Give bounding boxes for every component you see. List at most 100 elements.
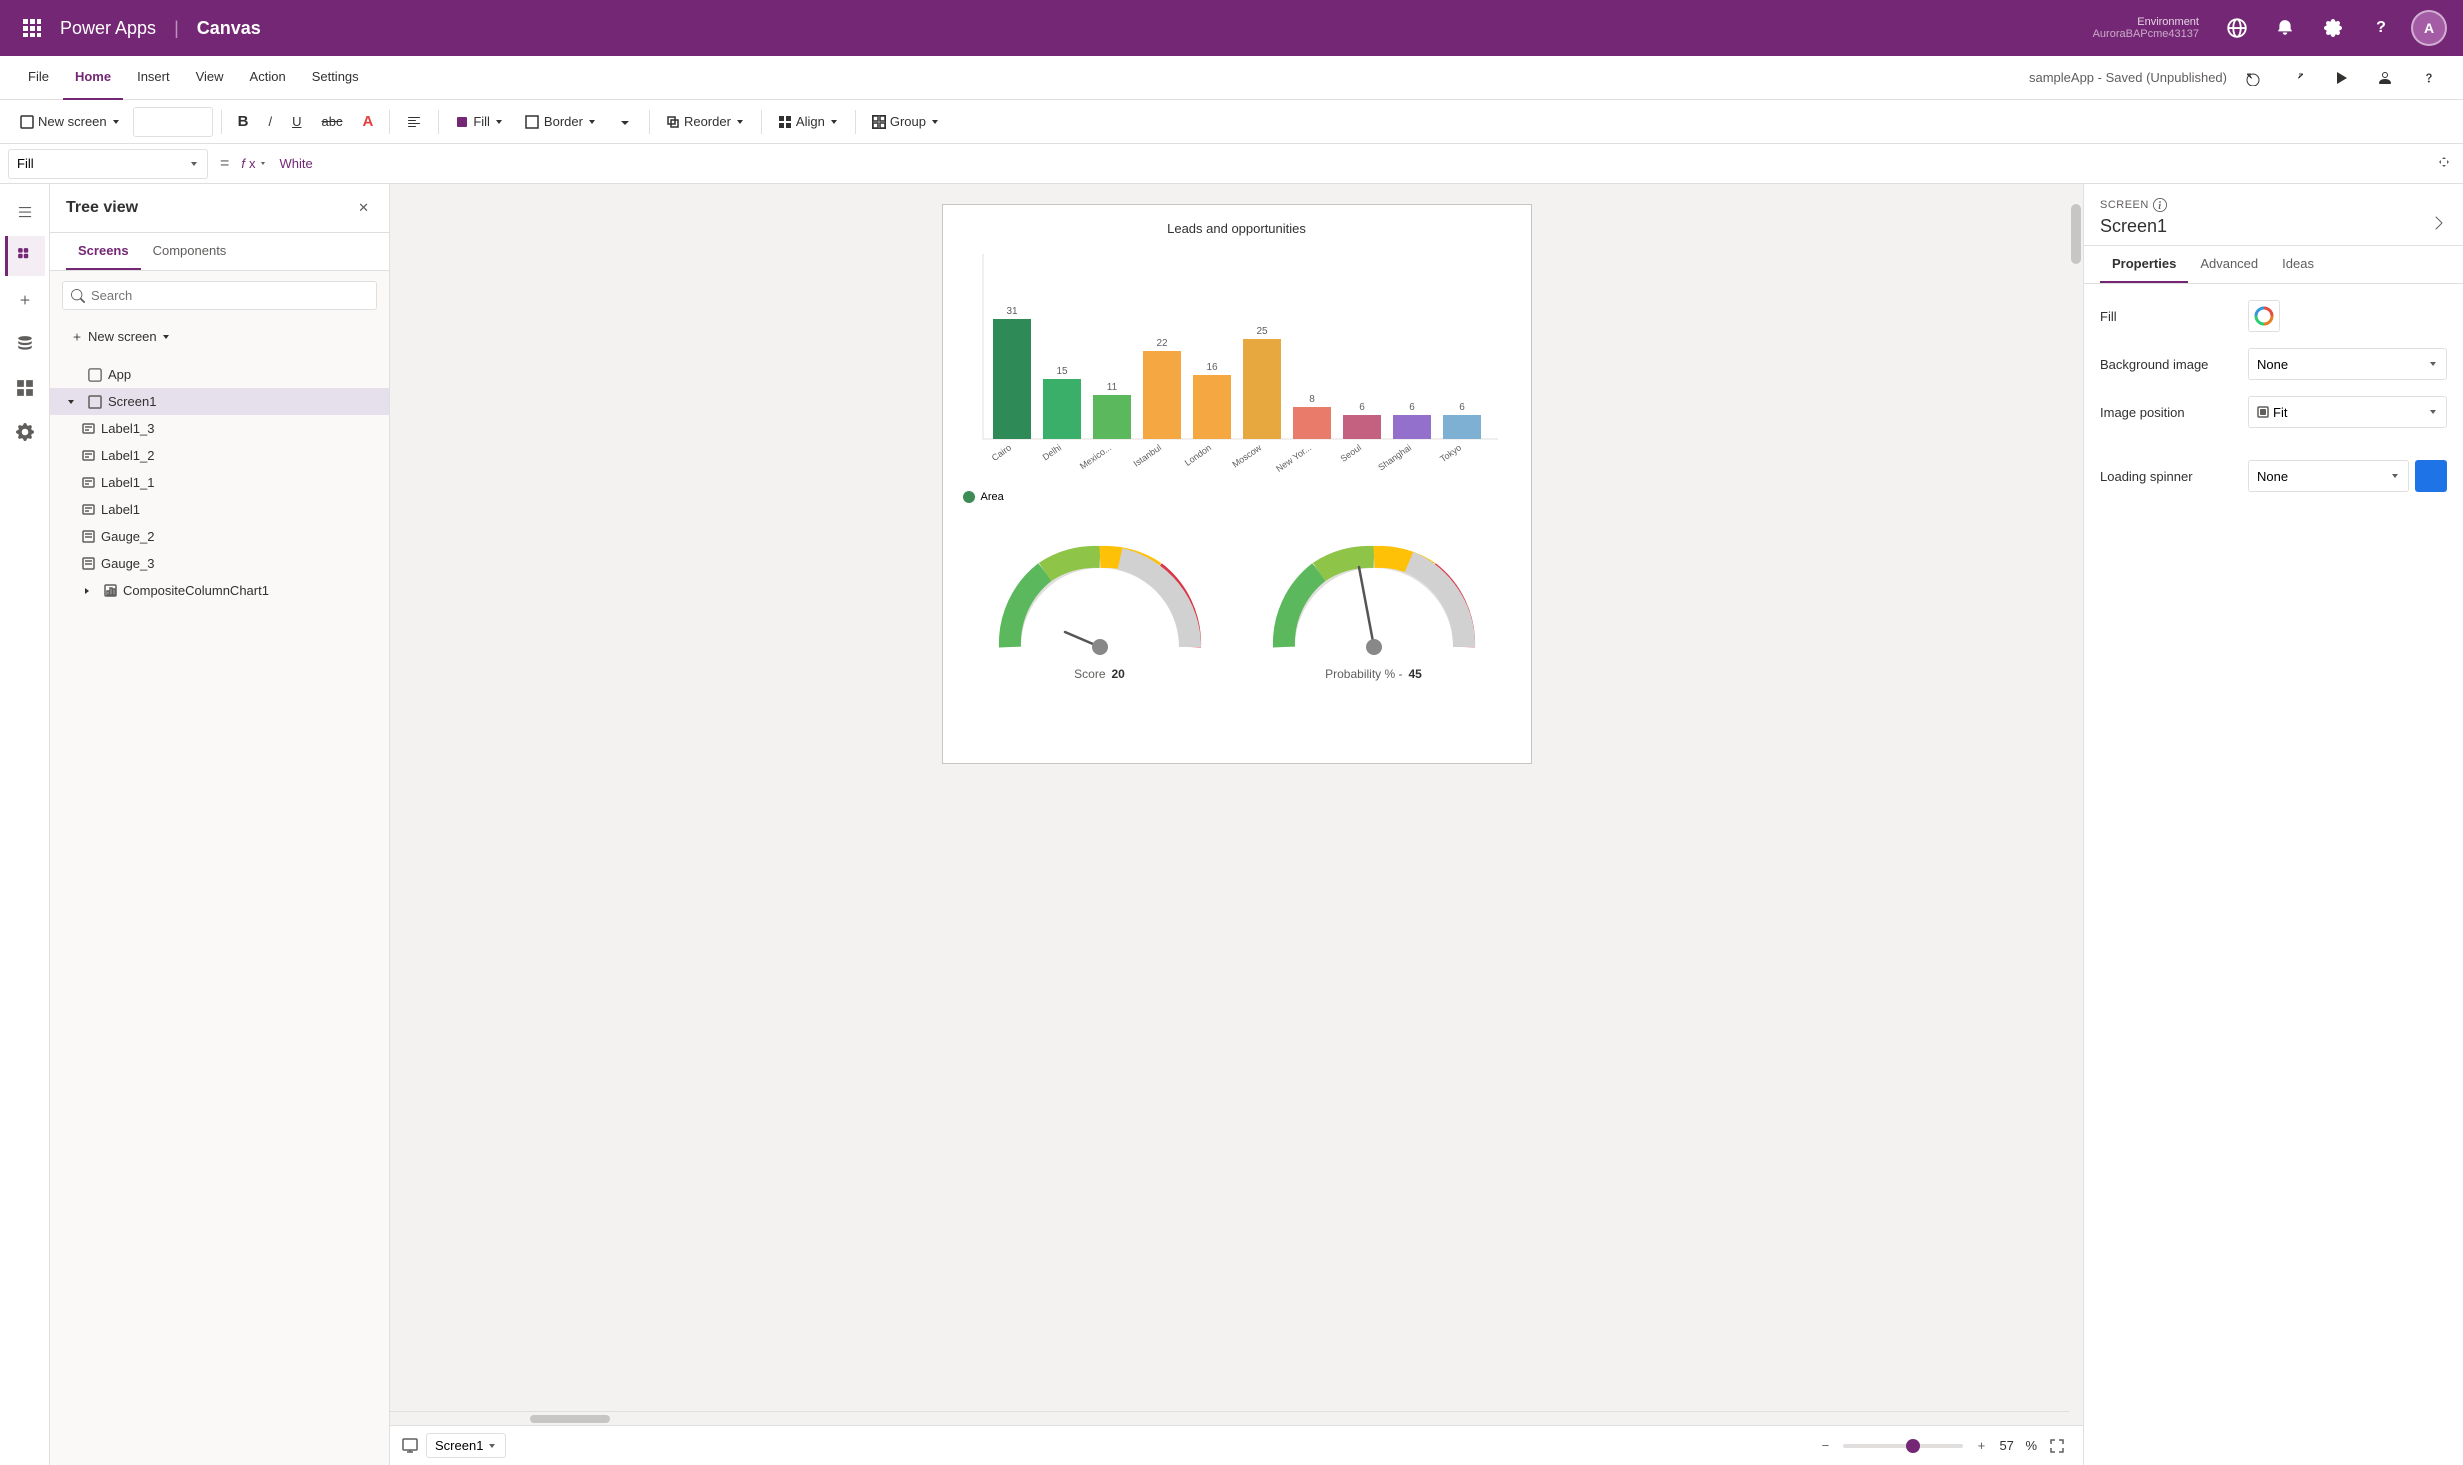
help-icon[interactable]: ? [2363, 10, 2399, 46]
props-tab-properties[interactable]: Properties [2100, 246, 2188, 283]
svg-text:Tokyo: Tokyo [1438, 442, 1463, 464]
fill-btn[interactable]: Fill [447, 109, 512, 134]
environment-info: Environment AuroraBAPcme43137 [2093, 16, 2199, 40]
img-pos-dropdown[interactable]: Fit [2248, 396, 2447, 428]
toolbar-div4 [649, 110, 650, 134]
tree-item-label1_3[interactable]: Label1_3 [50, 415, 389, 442]
prop-spacer [2100, 444, 2447, 460]
strikethrough-btn[interactable]: abc [314, 109, 351, 134]
info-icon[interactable] [2153, 198, 2167, 212]
loading-color-btn[interactable] [2415, 460, 2447, 492]
formula-fx-btn[interactable]: f x [241, 156, 267, 171]
underline-btn[interactable]: U [284, 109, 309, 134]
prop-loading-row: Loading spinner None [2100, 460, 2447, 492]
tree-item-gauge2[interactable]: Gauge_2 [50, 523, 389, 550]
gauge3-label: Gauge_3 [101, 556, 373, 571]
tree-close-btn[interactable]: ✕ [354, 196, 373, 220]
format-btn[interactable]: / [260, 109, 280, 134]
tree-item-chart[interactable]: CompositeColumnChart1 [50, 577, 389, 604]
svg-text:8: 8 [1309, 394, 1315, 405]
gauge1-container: Score 20 [990, 537, 1210, 681]
label-icon [82, 449, 95, 462]
tree-item-label1_2[interactable]: Label1_2 [50, 442, 389, 469]
chart-expand [82, 586, 98, 596]
screen1-label: Screen1 [108, 394, 354, 409]
font-color-btn[interactable]: A [354, 108, 381, 135]
canvas-label: Canvas [197, 18, 261, 39]
app-label: App [108, 367, 373, 382]
menubar: File Home Insert View Action Settings sa… [0, 56, 2463, 100]
sidebar-components-icon[interactable] [5, 368, 45, 408]
gauge-section: Score 20 [943, 517, 1531, 701]
redo-btn[interactable] [2279, 64, 2315, 92]
undo-btn[interactable] [2235, 64, 2271, 92]
app-icon [88, 368, 102, 382]
prop-img-pos-row: Image position Fit [2100, 396, 2447, 428]
horizontal-scrollbar[interactable] [390, 1411, 2069, 1425]
props-tab-advanced[interactable]: Advanced [2188, 246, 2270, 283]
group-btn[interactable]: Group [864, 109, 948, 134]
tree-header: Tree view ✕ [50, 184, 389, 233]
help-menu-btn[interactable] [2411, 64, 2447, 92]
notification-icon[interactable] [2267, 10, 2303, 46]
props-tabs: Properties Advanced Ideas [2084, 246, 2463, 284]
prop-fill-row: Fill [2100, 300, 2447, 332]
tree-item-screen1[interactable]: Screen1 ··· [50, 388, 389, 415]
props-expand-right-btn[interactable] [2431, 215, 2447, 234]
toolbar-div5 [761, 110, 762, 134]
user-btn[interactable] [2367, 64, 2403, 92]
sidebar-add-icon[interactable] [5, 280, 45, 320]
bold-btn[interactable]: B [230, 108, 257, 135]
formula-equals: = [216, 155, 233, 173]
formula-expand-btn[interactable] [2433, 151, 2455, 176]
menu-file[interactable]: File [16, 56, 61, 100]
reorder-btn[interactable]: Reorder [658, 109, 753, 134]
zoom-slider[interactable] [1843, 1444, 1963, 1448]
tree-item-app[interactable]: App [50, 361, 389, 388]
menu-settings[interactable]: Settings [300, 56, 371, 100]
vertical-scrollbar[interactable] [2069, 184, 2083, 1425]
grid-icon[interactable] [16, 12, 48, 44]
zoom-out-btn[interactable]: − [1813, 1434, 1837, 1458]
menu-home[interactable]: Home [63, 56, 123, 100]
props-panel: SCREEN Screen1 Properties Advanced Ideas… [2083, 184, 2463, 1465]
props-tab-ideas[interactable]: Ideas [2270, 246, 2326, 283]
loading-label: Loading spinner [2100, 469, 2240, 484]
settings-icon[interactable] [2315, 10, 2351, 46]
align-btn[interactable] [398, 109, 430, 135]
new-screen-action-btn[interactable]: New screen [62, 324, 179, 349]
play-btn[interactable] [2323, 64, 2359, 92]
search-input[interactable] [91, 288, 368, 303]
menu-insert[interactable]: Insert [125, 56, 182, 100]
tree-item-gauge3[interactable]: Gauge_3 [50, 550, 389, 577]
formula-scope-select[interactable]: Fill [8, 149, 208, 179]
sidebar-icons [0, 184, 50, 1465]
formula-input[interactable] [275, 149, 2425, 179]
menu-view[interactable]: View [184, 56, 236, 100]
zoom-in-btn[interactable]: + [1969, 1434, 1993, 1458]
tree-item-label1[interactable]: Label1 [50, 496, 389, 523]
tree-tab-screens[interactable]: Screens [66, 233, 141, 270]
main-layout: Tree view ✕ Screens Components New scree… [0, 184, 2463, 1465]
sidebar-menu-icon[interactable] [5, 192, 45, 232]
expand-btn[interactable] [609, 109, 641, 135]
loading-dropdown[interactable]: None [2248, 460, 2409, 492]
tree-title: Tree view [66, 199, 138, 217]
tree-item-label1_1[interactable]: Label1_1 [50, 469, 389, 496]
align-tool-btn[interactable]: Align [770, 109, 847, 134]
new-screen-btn[interactable]: New screen [12, 109, 129, 134]
environment-icon-btn[interactable] [2219, 10, 2255, 46]
menu-action[interactable]: Action [238, 56, 298, 100]
screen-indicator[interactable]: Screen1 [426, 1433, 506, 1458]
avatar[interactable]: A [2411, 10, 2447, 46]
sidebar-treeview-icon[interactable] [5, 236, 45, 276]
border-btn[interactable]: Border [516, 109, 605, 135]
element-select[interactable] [133, 107, 213, 137]
tree-tab-components[interactable]: Components [141, 233, 239, 270]
fill-color-swatch[interactable] [2248, 300, 2280, 332]
fullscreen-btn[interactable] [2043, 1432, 2071, 1460]
bg-image-dropdown[interactable]: None [2248, 348, 2447, 380]
label-icon [82, 422, 95, 435]
sidebar-tools-icon[interactable] [5, 412, 45, 452]
sidebar-data-icon[interactable] [5, 324, 45, 364]
